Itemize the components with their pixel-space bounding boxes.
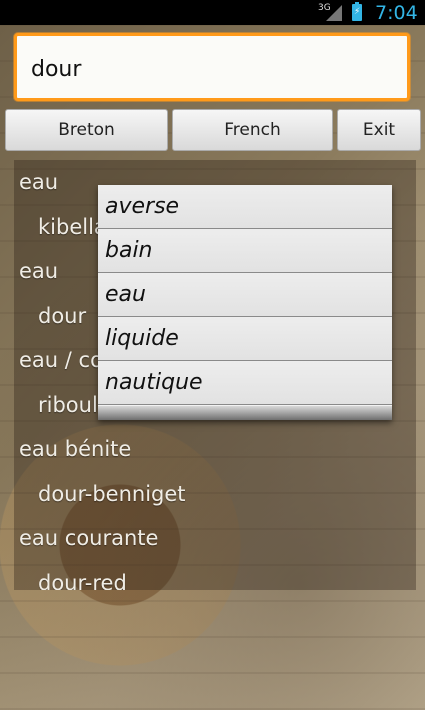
charging-bolt-icon: ⚡ (354, 7, 361, 17)
dropdown-scroll-fade (98, 406, 392, 420)
result-term[interactable]: eau courante (14, 516, 416, 561)
result-translation[interactable]: dour-benniget (14, 472, 416, 517)
battery-icon: ⚡ (352, 2, 362, 21)
suggestion-item[interactable]: nautique (98, 361, 392, 405)
search-input[interactable] (29, 48, 393, 90)
signal-icon (326, 5, 342, 21)
french-button[interactable]: French (172, 109, 333, 151)
autocomplete-dropdown[interactable]: averse bain eau liquide nautique (98, 185, 392, 420)
result-translation[interactable]: dour-red (14, 561, 416, 591)
suggestion-item[interactable]: averse (98, 185, 392, 229)
suggestion-item[interactable]: eau (98, 273, 392, 317)
status-bar: 3G ⚡ 7:04 (0, 0, 425, 25)
suggestion-item[interactable]: bain (98, 229, 392, 273)
result-term[interactable]: eau bénite (14, 427, 416, 472)
search-field[interactable] (14, 33, 410, 101)
suggestion-item[interactable]: liquide (98, 317, 392, 361)
clock: 7:04 (375, 2, 418, 24)
exit-button[interactable]: Exit (337, 109, 421, 151)
breton-button[interactable]: Breton (5, 109, 168, 151)
